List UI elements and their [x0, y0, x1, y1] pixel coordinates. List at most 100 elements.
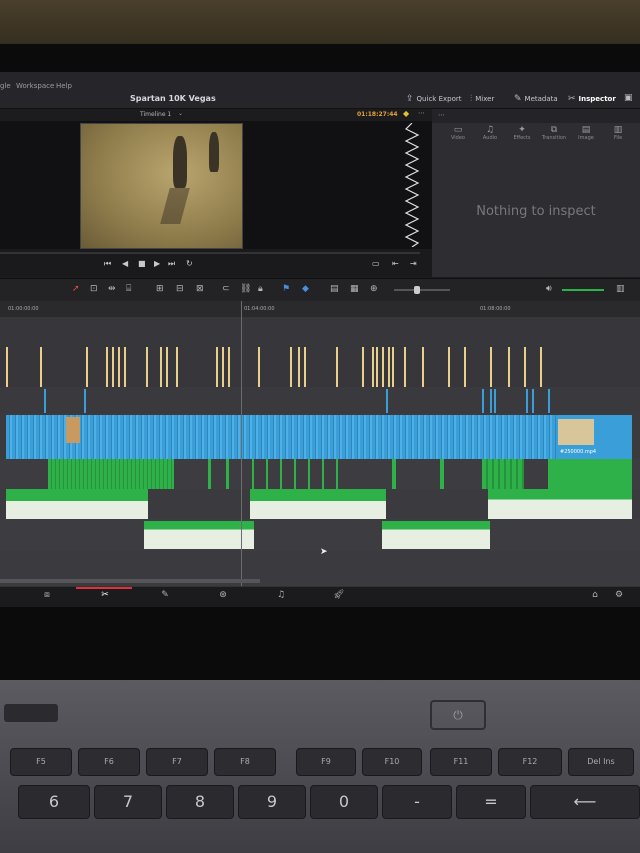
- audio-clip[interactable]: [208, 459, 211, 489]
- audio-clip[interactable]: [392, 459, 396, 489]
- audio-clip[interactable]: [48, 459, 174, 489]
- menu-workspace[interactable]: Workspace: [16, 82, 54, 90]
- more-options-icon[interactable]: ⋯: [438, 111, 445, 119]
- video-clip-sliver[interactable]: [532, 389, 534, 413]
- playhead-line[interactable]: [241, 301, 242, 586]
- skip-to-end-icon[interactable]: ⏭: [168, 259, 175, 269]
- key-backspace[interactable]: ⟵: [530, 785, 640, 819]
- key-9[interactable]: 9: [238, 785, 306, 819]
- menu-help[interactable]: Help: [56, 82, 72, 90]
- fkey[interactable]: F5: [10, 748, 72, 776]
- match-frame-icon[interactable]: ▭: [372, 259, 380, 268]
- edit-page-icon[interactable]: ✎: [150, 590, 180, 600]
- trim-tool-icon[interactable]: ⊡: [90, 284, 98, 294]
- video-clip-sliver[interactable]: [490, 389, 492, 413]
- volume-icon[interactable]: 🔊︎: [546, 284, 552, 294]
- audio-clip[interactable]: [488, 489, 632, 519]
- marker-icon[interactable]: ◆: [302, 284, 309, 294]
- link-icon[interactable]: ⛓: [240, 284, 251, 294]
- next-clip-icon[interactable]: ⇥: [410, 259, 417, 268]
- lock-icon[interactable]: 🔒︎: [258, 284, 263, 294]
- overwrite-clip-icon[interactable]: ⊟: [176, 284, 184, 294]
- fkey[interactable]: F9: [296, 748, 356, 776]
- tab-effects[interactable]: ✦ Effects: [506, 125, 538, 141]
- prev-clip-icon[interactable]: ⇤: [392, 259, 399, 268]
- play-icon[interactable]: ▶: [154, 259, 160, 268]
- video-clip-sliver[interactable]: [526, 389, 528, 413]
- metadata-button[interactable]: ✎ Metadata: [514, 94, 558, 104]
- mixer-button[interactable]: ⫶ Mixer: [470, 94, 494, 104]
- inspector-button[interactable]: ✂ Inspector: [568, 94, 616, 104]
- audio-meter-icon[interactable]: ▥: [616, 284, 625, 294]
- flag-icon[interactable]: ⚑: [282, 284, 290, 294]
- cut-page-icon[interactable]: ✂: [90, 590, 120, 600]
- loop-icon[interactable]: ↻: [186, 259, 193, 268]
- audio-clip[interactable]: [144, 521, 254, 549]
- fkey[interactable]: F12: [498, 748, 562, 776]
- deliver-page-icon[interactable]: 🚀︎: [324, 590, 354, 600]
- zoom-slider-handle[interactable]: [414, 286, 420, 294]
- scrubber-bar[interactable]: [0, 252, 420, 254]
- fkey[interactable]: F10: [362, 748, 422, 776]
- snapping-icon[interactable]: ⊂: [222, 284, 230, 294]
- chevron-down-icon[interactable]: ⌄: [178, 110, 183, 117]
- tab-audio[interactable]: ♫ Audio: [474, 125, 506, 141]
- tab-file[interactable]: ▥ File: [602, 125, 634, 141]
- fkey[interactable]: Del Ins: [568, 748, 634, 776]
- zoom-custom-icon[interactable]: ⊕: [370, 284, 378, 294]
- insert-clip-icon[interactable]: ⊞: [156, 284, 164, 294]
- timecode-ruler[interactable]: 01:00:00:00 01:04:00:00 01:08:00:00: [0, 301, 640, 318]
- video-clip-sliver[interactable]: [482, 389, 484, 413]
- video-clip-main[interactable]: [6, 415, 556, 459]
- video-clip-sliver[interactable]: [494, 389, 496, 413]
- timeline-scrollbar[interactable]: [0, 579, 260, 583]
- volume-slider[interactable]: [562, 289, 604, 291]
- video-clip-sliver[interactable]: [386, 389, 388, 413]
- audio-clip[interactable]: [440, 459, 444, 489]
- audio-clip[interactable]: [250, 489, 386, 519]
- audio-clip[interactable]: [482, 459, 524, 489]
- media-page-icon[interactable]: ⧈: [32, 590, 62, 600]
- blade-tool-icon[interactable]: ⌸: [126, 284, 131, 294]
- audio-clip[interactable]: [226, 459, 229, 489]
- fkey[interactable]: F7: [146, 748, 208, 776]
- key-6[interactable]: 6: [18, 785, 90, 819]
- audio-clip[interactable]: [252, 459, 340, 489]
- power-icon[interactable]: ⏻: [430, 700, 486, 730]
- selection-tool-icon[interactable]: ➚: [72, 284, 80, 294]
- menu-item[interactable]: gle: [0, 82, 11, 90]
- video-clip-sliver[interactable]: [84, 389, 86, 413]
- more-options-icon[interactable]: ⋯: [418, 109, 425, 117]
- play-reverse-icon[interactable]: ◀: [122, 259, 128, 268]
- audio-clip[interactable]: [548, 459, 632, 489]
- audio-clip[interactable]: [6, 489, 148, 519]
- zoom-detail-icon[interactable]: ▦: [350, 284, 359, 294]
- audio-clip[interactable]: [382, 521, 490, 549]
- color-swatch-icon[interactable]: ◆: [403, 109, 409, 118]
- key-7[interactable]: 7: [94, 785, 162, 819]
- quick-export-button[interactable]: ⇪ Quick Export: [406, 94, 461, 104]
- zoom-full-icon[interactable]: ▤: [330, 284, 339, 294]
- key-minus[interactable]: -: [382, 785, 452, 819]
- dynamic-trim-icon[interactable]: ⇹: [108, 284, 116, 294]
- tab-transition[interactable]: ⧉ Transition: [538, 125, 570, 141]
- expand-icon[interactable]: ▣: [624, 93, 633, 103]
- fairlight-page-icon[interactable]: ♫: [266, 590, 296, 600]
- tab-image[interactable]: ▤ Image: [570, 125, 602, 141]
- timeline-selector[interactable]: Timeline 1: [140, 111, 171, 118]
- key-0[interactable]: 0: [310, 785, 378, 819]
- fkey[interactable]: F6: [78, 748, 140, 776]
- video-clip-sliver[interactable]: [44, 389, 46, 413]
- zoom-slider[interactable]: [394, 286, 450, 294]
- video-clip-sliver[interactable]: [548, 389, 550, 413]
- tab-video[interactable]: ▭ Video: [442, 125, 474, 141]
- video-clip-end[interactable]: #250000.mp4: [556, 415, 632, 459]
- fusion-page-icon[interactable]: ⊛: [208, 590, 238, 600]
- skip-to-start-icon[interactable]: ⏮: [104, 259, 111, 269]
- settings-icon[interactable]: ⚙: [604, 590, 634, 600]
- key-8[interactable]: 8: [166, 785, 234, 819]
- stop-icon[interactable]: ■: [138, 259, 146, 268]
- key-equals[interactable]: =: [456, 785, 526, 819]
- fkey[interactable]: F11: [430, 748, 492, 776]
- fkey[interactable]: F8: [214, 748, 276, 776]
